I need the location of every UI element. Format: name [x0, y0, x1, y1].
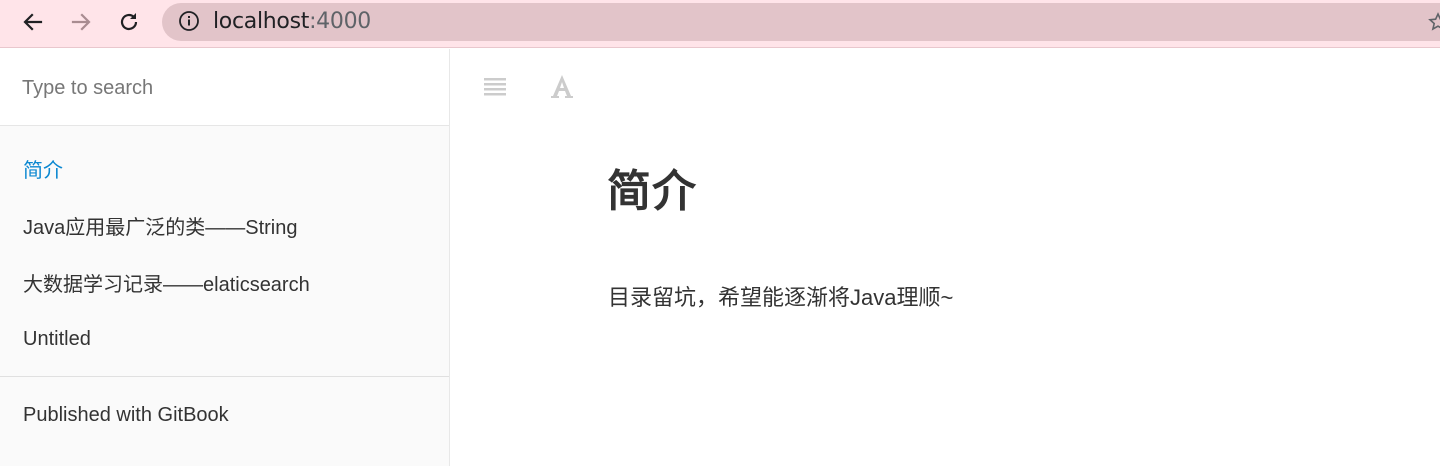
book-sidebar: 简介 Java应用最广泛的类——String 大数据学习记录——elaticse… — [0, 49, 450, 466]
search-box — [0, 49, 449, 126]
forward-button[interactable] — [65, 6, 97, 38]
sidebar-divider — [0, 376, 449, 377]
toc-item-untitled[interactable]: Untitled — [23, 326, 91, 352]
url-host: localhost — [213, 9, 310, 34]
published-with-gitbook-link[interactable]: Published with GitBook — [23, 402, 229, 428]
toc-item-java-string[interactable]: Java应用最广泛的类——String — [23, 215, 298, 241]
url-port: :4000 — [309, 9, 371, 34]
star-icon[interactable] — [1428, 12, 1440, 32]
page-content: 简介 目录留坑，希望能逐渐将Java理顺~ — [450, 49, 1440, 466]
url-text[interactable]: localhost:4000 — [213, 9, 371, 35]
browser-toolbar: localhost:4000 — [0, 0, 1440, 48]
page-paragraph: 目录留坑，希望能逐渐将Java理顺~ — [608, 285, 954, 310]
forward-arrow-icon — [71, 13, 91, 31]
back-arrow-icon — [23, 13, 43, 31]
reload-button[interactable] — [113, 6, 145, 38]
back-button[interactable] — [17, 6, 49, 38]
toc-item-intro[interactable]: 简介 — [23, 158, 63, 184]
search-input[interactable] — [22, 73, 422, 103]
reload-icon — [120, 13, 138, 31]
menu-icon[interactable] — [484, 78, 506, 96]
toc-item-elasticsearch[interactable]: 大数据学习记录——elaticsearch — [23, 272, 310, 298]
font-settings-icon[interactable] — [550, 73, 574, 99]
info-icon[interactable] — [178, 10, 200, 32]
page-title: 简介 — [607, 167, 697, 216]
